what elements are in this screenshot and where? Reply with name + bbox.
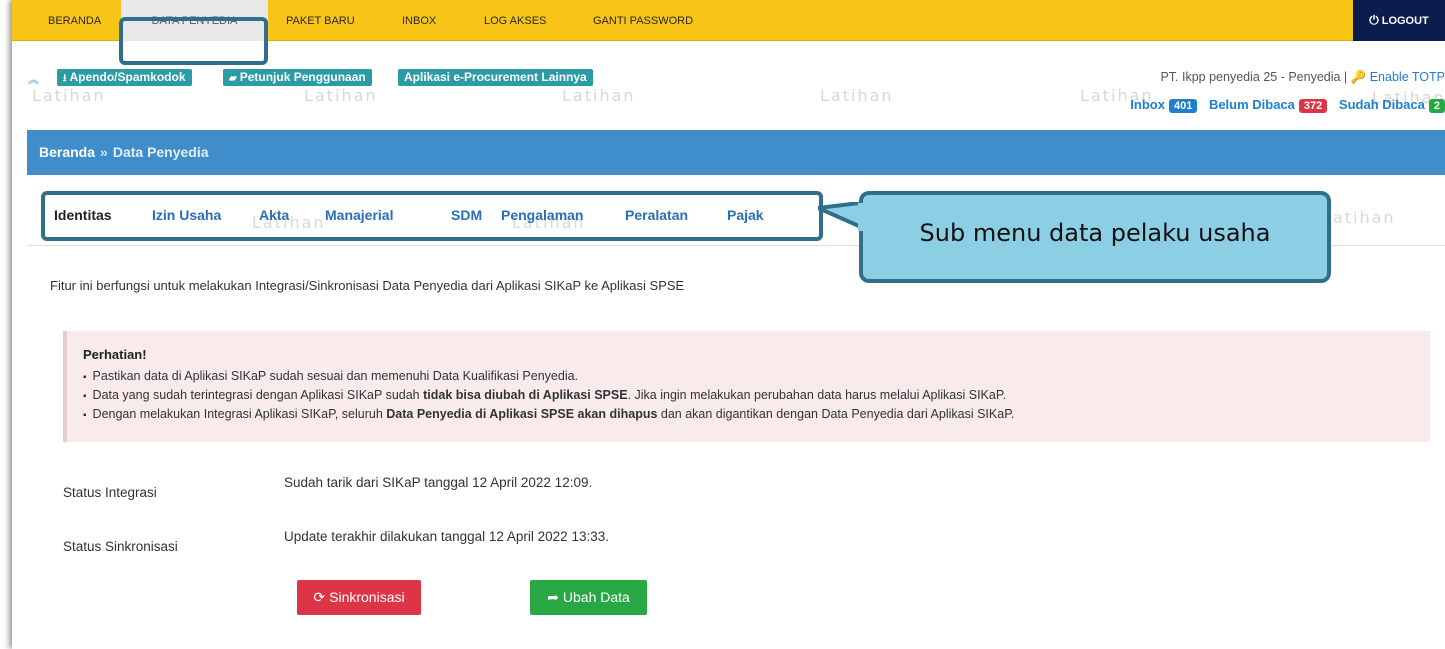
collapse-chevron-icon[interactable]: ︽ [28, 71, 39, 87]
power-icon: ⏻ [1369, 13, 1379, 27]
callout-box: Sub menu data pelaku usaha [859, 191, 1331, 283]
nav-ganti-password[interactable]: GANTI PASSWORD [593, 0, 693, 41]
intro-text: Fitur ini berfungsi untuk melakukan Inte… [50, 278, 685, 293]
totp-link[interactable]: 🔑 Enable TOTP [1351, 70, 1445, 84]
nav-beranda[interactable]: BERANDA [48, 0, 101, 41]
sinkronisasi-button[interactable]: ⟳ Sinkronisasi [297, 580, 421, 615]
unread-link[interactable]: Belum Dibaca [1209, 97, 1295, 112]
logout-button[interactable]: ⏻ LOGOUT [1353, 0, 1445, 41]
app-frame: BERANDA DATA PENYEDIA PAKET BARU INBOX L… [12, 0, 1445, 649]
status-integrasi-value: Sudah tarik dari SIKaP tanggal 12 April … [284, 475, 593, 490]
status-sinkronisasi-value: Update terakhir dilakukan tanggal 12 Apr… [284, 529, 609, 544]
inbox-link[interactable]: Inbox [1130, 97, 1165, 112]
warning-alert: Perhatian! Pastikan data di Aplikasi SIK… [63, 331, 1430, 442]
breadcrumb-current: Data Penyedia [112, 144, 209, 160]
share-arrow-icon: ➦ [547, 589, 559, 605]
nav-inbox[interactable]: INBOX [402, 0, 436, 41]
breadcrumb-home[interactable]: Beranda [39, 144, 95, 160]
user-info: PT. Ikpp penyedia 25 - Penyedia | 🔑 Enab… [1160, 70, 1445, 84]
refresh-icon: ⟳ [313, 589, 326, 605]
key-icon: 🔑 [1350, 70, 1367, 84]
watermark: Latihan [562, 86, 636, 105]
watermark: Latihan [32, 86, 106, 105]
tabs-highlight-box [41, 191, 823, 241]
alert-title: Perhatian! [83, 347, 147, 362]
read-link[interactable]: Sudah Dibaca [1339, 97, 1425, 112]
unread-count-badge: 372 [1298, 99, 1328, 113]
alert-item: Dengan melakukan Integrasi Aplikasi SIKa… [83, 405, 1015, 424]
nav-paket-baru[interactable]: PAKET BARU [286, 0, 355, 41]
callout-pointer-join [858, 203, 870, 231]
watermark: Latihan [304, 86, 378, 105]
alert-list: Pastikan data di Aplikasi SIKaP sudah se… [83, 367, 1015, 424]
eproc-link[interactable]: Aplikasi e-Procurement Lainnya [398, 69, 593, 86]
alert-item: Pastikan data di Aplikasi SIKaP sudah se… [83, 367, 1014, 386]
book-icon: ▰ [229, 73, 237, 84]
read-count-badge: 2 [1428, 99, 1445, 113]
alert-item: Data yang sudah terintegrasi dengan Apli… [83, 386, 1014, 405]
breadcrumb-separator: » [100, 144, 108, 160]
status-sinkronisasi-label: Status Sinkronisasi [63, 539, 178, 554]
breadcrumb: Beranda » Data Penyedia [27, 130, 1445, 175]
nav-log-akses[interactable]: LOG AKSES [484, 0, 546, 41]
inbox-count-badge: 401 [1168, 99, 1198, 113]
inbox-summary: Inbox 401 Belum Dibaca 372 Sudah Dibaca 2 [1130, 97, 1445, 113]
nav-highlight-box [119, 17, 268, 65]
petunjuk-link[interactable]: ▰ Petunjuk Penggunaan [223, 69, 372, 86]
watermark: Latihan [820, 86, 894, 105]
ubah-data-button[interactable]: ➦ Ubah Data [530, 580, 647, 615]
status-integrasi-label: Status Integrasi [63, 485, 157, 500]
download-icon: ⭳ [63, 73, 67, 84]
callout-text: Sub menu data pelaku usaha [919, 219, 1271, 247]
apendo-link[interactable]: ⭳ Apendo/Spamkodok [57, 69, 192, 86]
